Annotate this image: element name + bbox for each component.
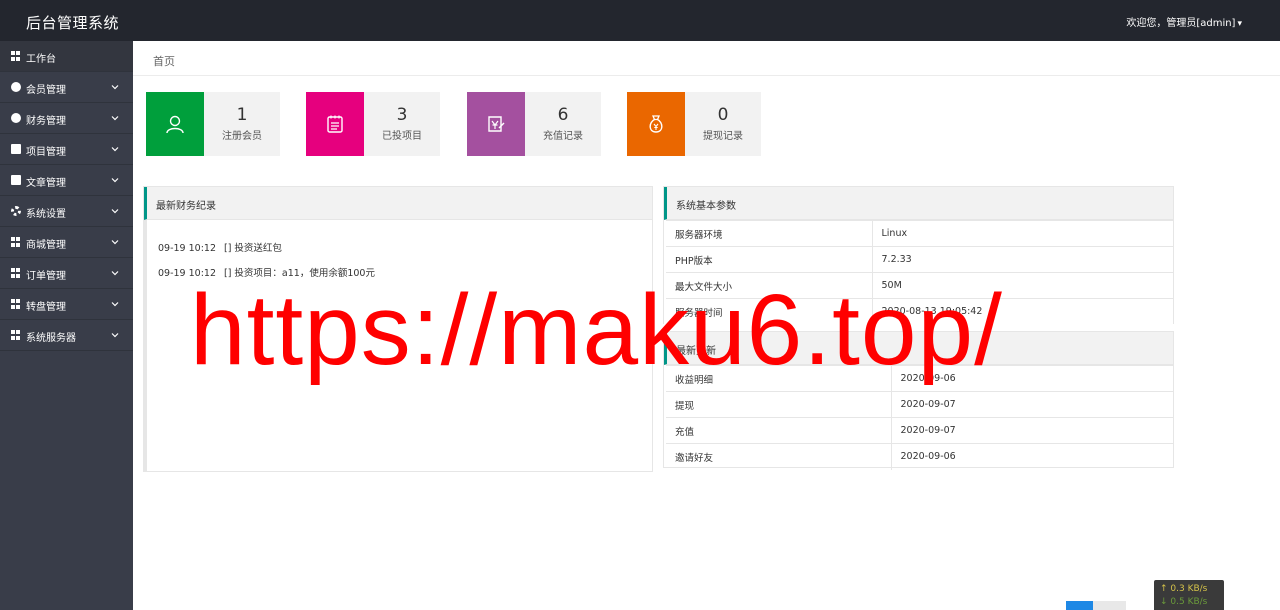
panel-title: 系统基本参数 — [676, 201, 736, 212]
grid-icon — [11, 330, 21, 340]
stat-value: 1 — [236, 105, 248, 125]
table-cell-key: PHP版本 — [666, 246, 873, 273]
user-icon — [166, 115, 184, 134]
sidebar-item-label: 商城管理 — [26, 240, 66, 251]
chevron-down-icon — [111, 333, 119, 338]
table-cell-key: 服务器环境 — [666, 220, 873, 247]
table-row: PHP版本 7.2.33 — [666, 246, 1173, 273]
panel-header: 系统基本参数 — [664, 187, 1173, 220]
sidebar-item-label: 项目管理 — [26, 147, 66, 158]
dashboard-icon — [11, 51, 21, 61]
yen-icon — [11, 113, 21, 123]
sidebar-item-label: 系统服务器 — [26, 333, 76, 344]
chevron-down-icon — [111, 85, 119, 90]
document-icon — [11, 144, 21, 154]
chevron-down-icon — [111, 209, 119, 214]
app-title: 后台管理系统 — [26, 14, 120, 32]
stat-card-recharge[interactable]: 6 充值记录 — [467, 92, 601, 156]
panel-title: 最新财务纪录 — [156, 201, 216, 212]
scrollbar-thumb[interactable] — [1066, 601, 1093, 610]
panel-header: 最新财务纪录 — [144, 187, 652, 220]
clipboard-icon — [327, 115, 343, 133]
table-cell-value: Linux — [872, 220, 1173, 247]
money-bag-icon — [649, 115, 663, 133]
chevron-down-icon — [111, 147, 119, 152]
chevron-down-icon — [111, 302, 119, 307]
sidebar-item-server[interactable]: 系统服务器 — [0, 320, 133, 351]
sidebar-item-dashboard[interactable]: 工作台 — [0, 41, 133, 72]
sidebar-item-label: 财务管理 — [26, 116, 66, 127]
sidebar-item-shop[interactable]: 商城管理 — [0, 227, 133, 258]
sidebar-item-label: 订单管理 — [26, 271, 66, 282]
article-icon — [11, 175, 21, 185]
table-cell-key: 邀请好友 — [666, 443, 892, 470]
table-cell-value: 2020-09-07 — [891, 417, 1173, 444]
table-row: 邀请好友 2020-09-06 — [666, 443, 1173, 470]
watermark-url: https://maku6.top/ — [190, 274, 1003, 386]
breadcrumb-home[interactable]: 首页 — [153, 53, 175, 69]
table-cell-value: 2020-09-06 — [891, 443, 1173, 470]
horizontal-scrollbar[interactable] — [1066, 601, 1126, 610]
sidebar-item-label: 会员管理 — [26, 85, 66, 96]
stat-icon-block — [627, 92, 685, 156]
stat-label: 充值记录 — [543, 131, 583, 142]
upload-speed: ↑ 0.3 KB/s — [1160, 584, 1208, 594]
user-menu[interactable]: 欢迎您，管理员[admin] ▾ — [1126, 14, 1242, 29]
sidebar-item-label: 文章管理 — [26, 178, 66, 189]
user-badge-icon — [11, 82, 21, 92]
stat-icon-block — [306, 92, 364, 156]
record-time: 09-19 10:12 — [158, 243, 217, 254]
sidebar-item-articles[interactable]: 文章管理 — [0, 165, 133, 196]
chevron-down-icon — [111, 271, 119, 276]
download-speed: ↓ 0.5 KB/s — [1160, 597, 1208, 607]
sidebar-item-projects[interactable]: 项目管理 — [0, 134, 133, 165]
sidebar-item-label: 系统设置 — [26, 209, 66, 220]
sidebar-item-orders[interactable]: 订单管理 — [0, 258, 133, 289]
user-greeting: 欢迎您，管理员[admin] — [1126, 18, 1236, 29]
network-speed-widget: ↑ 0.3 KB/s ↓ 0.5 KB/s — [1154, 580, 1224, 610]
stat-card-withdraw[interactable]: 0 提现记录 — [627, 92, 761, 156]
sidebar-item-finance[interactable]: 财务管理 — [0, 103, 133, 134]
stat-icon-block — [146, 92, 204, 156]
table-row: 充值 2020-09-07 — [666, 417, 1173, 444]
record-text: [] 投资送红包 — [224, 243, 282, 254]
grid-icon — [11, 237, 21, 247]
sidebar-item-members[interactable]: 会员管理 — [0, 72, 133, 103]
sidebar-item-wheel[interactable]: 转盘管理 — [0, 289, 133, 320]
table-cell-value: 2020-09-07 — [891, 391, 1173, 418]
stat-card-projects[interactable]: 3 已投项目 — [306, 92, 440, 156]
chevron-down-icon — [111, 178, 119, 183]
table-cell-key: 充值 — [666, 417, 892, 444]
table-row: 提现 2020-09-07 — [666, 391, 1173, 418]
breadcrumb: 首页 — [133, 41, 1280, 76]
list-item: 09-19 10:12 [] 投资送红包 — [158, 240, 282, 254]
table-row: 服务器环境 Linux — [666, 220, 1173, 247]
gear-icon — [11, 206, 21, 216]
stat-icon-block — [467, 92, 525, 156]
recharge-icon — [488, 116, 505, 132]
stat-label: 已投项目 — [382, 131, 422, 142]
stat-value: 0 — [717, 105, 729, 125]
stat-label: 注册会员 — [222, 131, 262, 142]
panel-left-rule — [144, 220, 147, 472]
sidebar: 工作台 会员管理 财务管理 项目管理 文章管理 系统设置 商城管理 订单管理 转… — [0, 41, 133, 610]
sidebar-item-settings[interactable]: 系统设置 — [0, 196, 133, 227]
top-bar: 后台管理系统 欢迎您，管理员[admin] ▾ — [0, 0, 1280, 41]
stat-card-members[interactable]: 1 注册会员 — [146, 92, 280, 156]
grid-icon — [11, 268, 21, 278]
sidebar-item-label: 转盘管理 — [26, 302, 66, 313]
grid-icon — [11, 299, 21, 309]
table-cell-value: 7.2.33 — [872, 246, 1173, 273]
stat-value: 3 — [396, 105, 408, 125]
stat-label: 提现记录 — [703, 131, 743, 142]
table-cell-key: 提现 — [666, 391, 892, 418]
sidebar-item-label: 工作台 — [26, 54, 56, 65]
stat-value: 6 — [557, 105, 569, 125]
chevron-down-icon: ▾ — [1237, 19, 1242, 29]
chevron-down-icon — [111, 240, 119, 245]
chevron-down-icon — [111, 116, 119, 121]
